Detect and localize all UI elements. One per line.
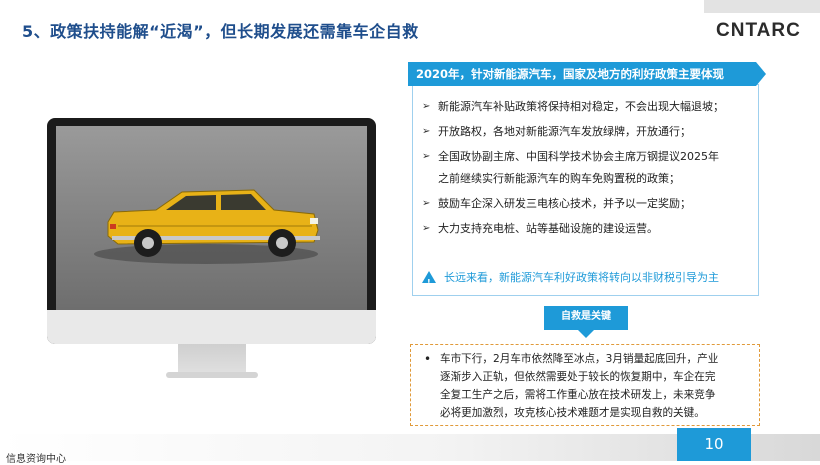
bullet-dot-icon: • (424, 352, 432, 366)
monitor-chin (47, 310, 376, 344)
yellow-car-image (94, 189, 320, 264)
list-item: ➢ 开放路权，各地对新能源汽车发放绿牌，开放通行； (422, 121, 752, 143)
monitor-stand (178, 344, 246, 374)
footer-org: 信息资询中心 (6, 454, 66, 465)
page-number: 10 (677, 428, 751, 461)
list-item-continued: 之前继续实行新能源汽车的购车免购置税的政策； (438, 172, 680, 185)
arrow-bullet-icon: ➢ (422, 223, 431, 234)
monitor-screen (56, 126, 367, 310)
list-item: ➢ 大力支持充电桩、站等基础设施的建设运营。 (422, 218, 752, 240)
top-right-bar (704, 0, 820, 13)
arrow-bullet-icon: ➢ (422, 198, 431, 209)
key-tag: 自救是关键 (544, 306, 628, 338)
brand-logo: CNTARC (716, 20, 801, 41)
arrow-bullet-icon: ➢ (422, 151, 431, 162)
policy-list: ➢ 新能源汽车补贴政策将保持相对稳定，不会出现大幅退坡； ➢ 开放路权，各地对新能源… (422, 96, 752, 243)
arrow-bullet-icon: ➢ (422, 101, 431, 112)
arrow-bullet-icon: ➢ (422, 126, 431, 137)
monitor-base (166, 372, 258, 378)
list-item: ➢ 鼓励车企深入研发三电核心技术，并予以一定奖励； (422, 193, 752, 215)
list-item: ➢ 全国政协副主席、中国科学技术协会主席万钢提议2025年 (422, 146, 752, 168)
policy-panel-title: 2020年，针对新能源汽车，国家及地方的利好政策主要体现 (408, 62, 766, 86)
slide-title: 5、政策扶持能解“近渴”，但长期发展还需靠车企自救 (22, 22, 419, 41)
warning-icon: ! (422, 271, 436, 287)
key-text: • 车市下行，2月车市依然降至冰点，3月销量起底回升，产业 逐渐步入正轨，但依然… (424, 352, 719, 419)
policy-note: ! 长远来看，新能源汽车利好政策将转向以非财税引导为主 (422, 268, 719, 288)
list-item: ➢ 新能源汽车补贴政策将保持相对稳定，不会出现大幅退坡； (422, 96, 752, 118)
